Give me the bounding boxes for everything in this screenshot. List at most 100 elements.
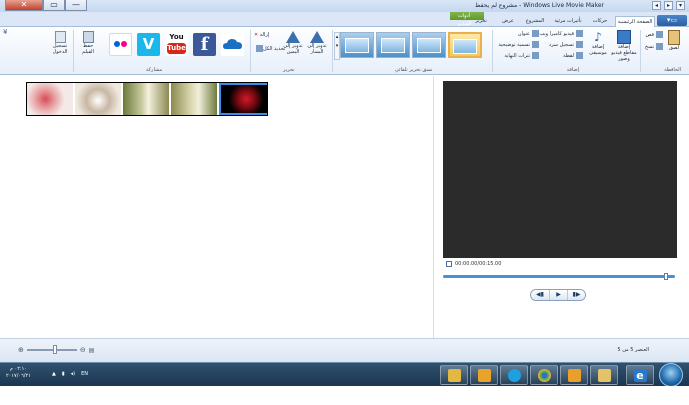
storyboard-clip[interactable] bbox=[171, 83, 219, 115]
clipboard-group-label: الحافظة bbox=[664, 67, 681, 73]
maximize-button[interactable]: ▭ bbox=[43, 0, 65, 11]
window-title: Windows Live Movie Maker - مشروع لم يحفظ bbox=[474, 2, 604, 9]
preview-monitor[interactable] bbox=[443, 81, 677, 258]
onedrive-button[interactable] bbox=[221, 33, 244, 56]
save-movie-button[interactable]: حفظ الفيلم bbox=[80, 31, 96, 55]
zoom-thumb[interactable] bbox=[52, 345, 57, 354]
caption-button[interactable]: تسمية توضيحية bbox=[498, 41, 539, 48]
storyboard-clip[interactable] bbox=[75, 83, 123, 115]
camera-icon bbox=[576, 52, 583, 59]
tab-visual-effects[interactable]: تأثيرات مرئية bbox=[551, 16, 585, 27]
previous-frame-button[interactable]: ◀▮ bbox=[531, 290, 549, 300]
sharing-group-label: مشاركة bbox=[146, 67, 163, 73]
cloud-icon bbox=[223, 39, 242, 49]
title-bar: ✕ ▭ — Windows Live Movie Maker - مشروع ل… bbox=[0, 0, 689, 12]
player-icon bbox=[567, 369, 581, 382]
theme-thumbnail[interactable] bbox=[412, 32, 446, 58]
tab-home[interactable]: الصفحة الرئيسية bbox=[615, 16, 655, 27]
remove-button[interactable]: ✕ إزالة bbox=[254, 32, 269, 38]
facebook-button[interactable]: f bbox=[193, 33, 216, 56]
theme-thumbnail[interactable] bbox=[340, 32, 374, 58]
minimize-button[interactable]: — bbox=[65, 0, 87, 11]
qat-button[interactable]: ◂ bbox=[652, 1, 661, 10]
taskbar-folder[interactable] bbox=[590, 365, 618, 385]
internet-explorer-icon: e bbox=[633, 369, 647, 382]
thumbnail-size-icon[interactable]: ▤ bbox=[89, 347, 95, 354]
taskbar-explorer[interactable] bbox=[440, 365, 468, 385]
taskbar-media[interactable] bbox=[470, 365, 498, 385]
zoom-control: ⊕ ⊖ ▤ bbox=[18, 345, 95, 354]
qat-button[interactable]: ▾ bbox=[676, 1, 685, 10]
screen-size-icon[interactable] bbox=[446, 261, 452, 267]
vimeo-button[interactable]: V bbox=[137, 33, 160, 56]
cut-button[interactable]: قص bbox=[645, 31, 663, 38]
desktop-margin bbox=[0, 386, 689, 405]
volume-icon[interactable]: ◂) bbox=[71, 371, 75, 377]
sign-in-button[interactable]: تسجيل الدخول bbox=[50, 31, 70, 55]
network-icon[interactable]: ▮ bbox=[62, 371, 65, 377]
add-media-button[interactable]: إضافة مقاطع فيديو وصور bbox=[611, 30, 637, 62]
tab-view[interactable]: عرض bbox=[497, 16, 519, 27]
ribbon-separator bbox=[332, 30, 333, 72]
storyboard-pane[interactable] bbox=[0, 76, 434, 338]
next-frame-button[interactable]: ▮▶ bbox=[567, 290, 585, 300]
flag-icon[interactable]: ▲ bbox=[52, 371, 56, 377]
close-button[interactable]: ✕ bbox=[5, 0, 43, 11]
select-all-button[interactable]: تحديد الكل bbox=[254, 45, 285, 52]
rotate-left-icon bbox=[310, 31, 324, 43]
snapshot-button[interactable]: لقطة bbox=[563, 52, 583, 59]
theme-thumbnail-selected[interactable] bbox=[448, 32, 482, 58]
credits-button[interactable]: تترات النهاية bbox=[504, 52, 539, 59]
app-menu-button[interactable]: ▾▭ bbox=[657, 15, 687, 26]
language-indicator[interactable]: EN bbox=[81, 371, 88, 377]
tab-animations[interactable]: حركات bbox=[587, 16, 613, 27]
media-icon bbox=[477, 369, 491, 382]
seek-thumb[interactable] bbox=[664, 273, 668, 280]
start-button[interactable] bbox=[659, 363, 683, 387]
ribbon-tabs: أدوات الفيديو ▾▭ الصفحة الرئيسية حركات ت… bbox=[0, 12, 689, 27]
chrome-icon bbox=[537, 369, 551, 382]
add-music-button[interactable]: ♪ إضافة موسيقى bbox=[587, 30, 609, 56]
taskbar-skype[interactable] bbox=[500, 365, 528, 385]
paste-icon bbox=[668, 30, 680, 45]
rotate-left-button[interactable]: تدوير إلى اليسار bbox=[304, 31, 330, 55]
webcam-button[interactable]: فيديو كاميرا ويب bbox=[539, 30, 583, 37]
film-icon bbox=[617, 30, 631, 44]
ribbon: لصق قص نسخ الحافظة إضافة مقاطع فيديو وصو… bbox=[0, 27, 689, 75]
paste-button[interactable]: لصق bbox=[665, 30, 683, 51]
youtube-button[interactable]: You Tube bbox=[165, 33, 188, 56]
ribbon-separator bbox=[492, 30, 493, 72]
zoom-slider[interactable] bbox=[26, 345, 77, 354]
title-icon bbox=[532, 30, 539, 37]
storyboard-clip-selected[interactable] bbox=[219, 83, 267, 115]
ribbon-collapse-icon[interactable]: ¥ bbox=[3, 28, 7, 36]
seek-bar[interactable] bbox=[443, 275, 675, 278]
zoom-out-icon[interactable]: ⊖ bbox=[80, 346, 86, 354]
storyboard-clip[interactable] bbox=[123, 83, 171, 115]
taskbar-chrome[interactable] bbox=[530, 365, 558, 385]
theme-thumbnail[interactable] bbox=[376, 32, 410, 58]
folder-icon bbox=[597, 369, 611, 382]
select-all-icon bbox=[256, 45, 263, 52]
music-note-icon: ♪ bbox=[594, 30, 602, 44]
system-tray: ▲ ▮ ◂) EN bbox=[52, 371, 88, 377]
taskbar-player[interactable] bbox=[560, 365, 588, 385]
clock[interactable]: ٠٢:١٠ م ٢٠١٧/٠٦/٢١ bbox=[6, 366, 31, 380]
tab-project[interactable]: المشروع bbox=[521, 16, 549, 27]
zoom-in-icon[interactable]: ⊕ bbox=[18, 346, 24, 354]
title-button[interactable]: عنوان bbox=[518, 30, 539, 37]
narration-button[interactable]: تسجيل سرد bbox=[549, 41, 583, 48]
user-icon bbox=[54, 31, 66, 43]
taskbar-ie[interactable]: e bbox=[626, 365, 654, 385]
tab-edit[interactable]: تحرير bbox=[469, 16, 493, 27]
ribbon-separator bbox=[73, 30, 74, 72]
play-button[interactable]: ▶ bbox=[549, 290, 567, 300]
youtube-you-text: You bbox=[169, 33, 184, 41]
copy-icon bbox=[656, 43, 663, 50]
qat-button[interactable]: ▸ bbox=[664, 1, 673, 10]
flickr-button[interactable] bbox=[109, 33, 132, 56]
flickr-icon bbox=[114, 41, 120, 47]
copy-button[interactable]: نسخ bbox=[645, 43, 663, 50]
storyboard-clip[interactable] bbox=[27, 83, 75, 115]
add-group-label: إضافة bbox=[566, 67, 579, 73]
